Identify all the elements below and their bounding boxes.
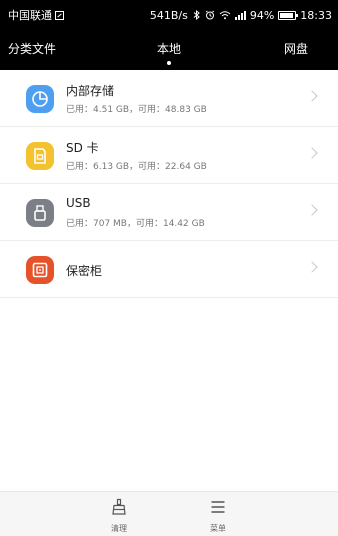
status-right: 541B/s 94% 18:33 [150,9,332,22]
cellular-signal-icon [234,10,246,20]
clean-button[interactable]: 清理 [89,498,149,534]
menu-button[interactable]: 菜单 [188,498,248,534]
tab-local[interactable]: 本地 [157,40,181,57]
usb-icon [26,199,54,227]
storage-item-sd-card[interactable]: SD 卡 已用：6.13 GB，可用：22.64 GB [0,127,338,184]
storage-item-usage: 已用：6.13 GB，可用：22.64 GB [66,162,207,172]
clock-time: 18:33 [300,8,332,22]
storage-item-title: USB [66,196,91,210]
pie-chart-icon [26,85,54,113]
storage-item-internal[interactable]: 内部存储 已用：4.51 GB，可用：48.83 GB [0,70,338,127]
tab-bar: 分类文件 本地 网盘 [0,30,338,70]
storage-item-title: 内部存储 [66,84,115,98]
tab-categories[interactable]: 分类文件 [8,40,56,57]
status-bar: 中国联通 541B/s 94% 18:33 [0,0,338,30]
battery-icon [278,10,299,20]
clean-label: 清理 [111,524,127,533]
chevron-right-icon [306,204,318,216]
safe-icon [26,256,54,284]
storage-item-title: SD 卡 [66,141,99,155]
carrier-text: 中国联通 [8,9,52,22]
battery-percent: 94% [249,8,275,22]
storage-item-usage: 已用：707 MB，可用：14.42 GB [66,219,205,229]
menu-icon [211,501,225,513]
storage-item-safe[interactable]: 保密柜 [0,241,338,298]
bottom-toolbar: 清理 菜单 [0,491,338,536]
wifi-icon [219,11,231,20]
storage-list: 内部存储 已用：4.51 GB，可用：48.83 GB SD 卡 已用：6.13… [0,70,338,298]
storage-item-usage: 已用：4.51 GB，可用：48.83 GB [66,105,207,115]
tab-cloud[interactable]: 网盘 [284,40,308,57]
storage-item-usb[interactable]: USB 已用：707 MB，可用：14.42 GB [0,184,338,241]
chevron-right-icon [306,261,318,273]
storage-item-title: 保密柜 [66,264,103,278]
sd-card-icon [26,142,54,170]
active-tab-indicator [167,61,171,65]
chevron-right-icon [306,147,318,159]
alarm-icon [205,10,215,20]
menu-label: 菜单 [210,524,226,533]
status-left: 中国联通 [8,7,64,23]
network-speed: 541B/s [149,8,188,22]
bluetooth-icon [193,10,200,20]
notification-icon [55,10,64,20]
chevron-right-icon [306,90,318,102]
broom-icon [112,498,126,515]
